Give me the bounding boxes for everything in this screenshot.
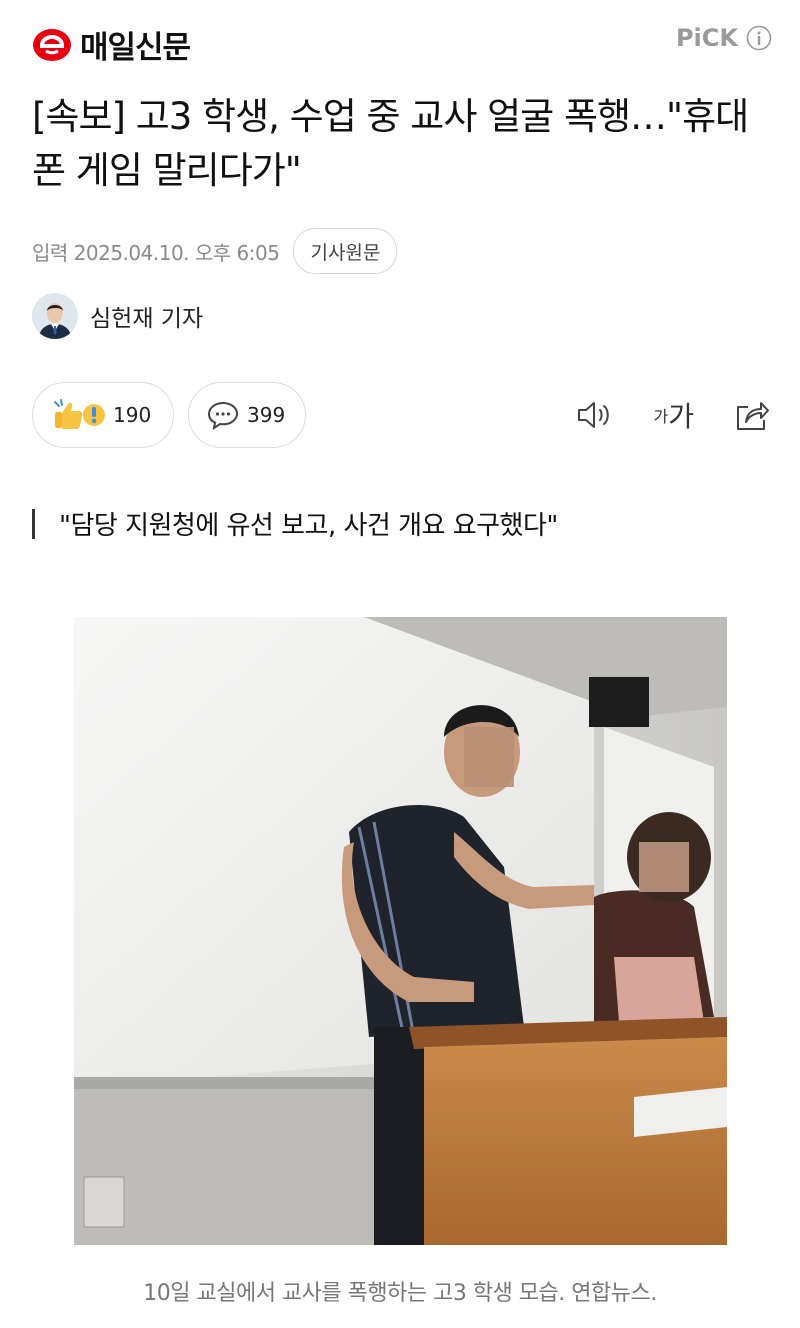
publisher-logo[interactable]: 매일신문 [32,22,191,67]
subtitle-text: "담당 지원청에 유선 보고, 사건 개요 요구했다" [59,511,558,541]
article-meta: 입력 2025.04.10. 오후 6:05 기사원문 [32,228,398,274]
speaker-icon [577,402,609,428]
reaction-button[interactable]: 190 [32,382,174,448]
font-size-large-label: 가 [668,400,694,433]
tts-button[interactable] [576,399,614,431]
original-article-button[interactable]: 기사원문 [293,228,398,274]
comment-button[interactable]: 399 [188,382,306,448]
top-header: 매일신문 PiCK [0,0,800,80]
article-tools: 가가 [536,395,771,435]
article-headline: [속보] 고3 학생, 수업 중 교사 얼굴 폭행…"휴대폰 게임 말리다가" [32,95,749,192]
publisher-name: 매일신문 [80,30,191,66]
reaction-count: 190 [113,403,152,427]
share-button[interactable] [734,398,770,432]
font-size-small-label: 가 [653,407,669,426]
reporter-avatar [32,293,78,339]
photo-caption: 10일 교실에서 교사를 폭행하는 고3 학생 모습. 연합뉴스. [143,1281,657,1306]
pick-badge[interactable]: PiCK [676,24,772,52]
article-subtitle: "담당 지원청에 유선 보고, 사건 개요 요구했다" [32,505,558,542]
pick-label: PiCK [675,24,738,52]
reporter-name: 심헌재 기자 [90,306,204,332]
thumbs-up-exclamation-icon [54,399,105,429]
reaction-bar: 190 399 [32,382,320,448]
subtitle-bar [32,508,35,539]
maeil-logo-icon [33,28,71,61]
speech-bubble-icon [207,401,239,430]
reporter-info[interactable]: 심헌재 기자 [32,293,203,339]
share-icon [737,402,769,430]
article-photo[interactable] [74,617,727,1245]
comment-count: 399 [247,403,286,427]
font-size-icon[interactable]: 가가 [654,395,695,435]
published-date: 입력 2025.04.10. 오후 6:05 [32,240,280,265]
info-icon[interactable] [746,25,772,51]
